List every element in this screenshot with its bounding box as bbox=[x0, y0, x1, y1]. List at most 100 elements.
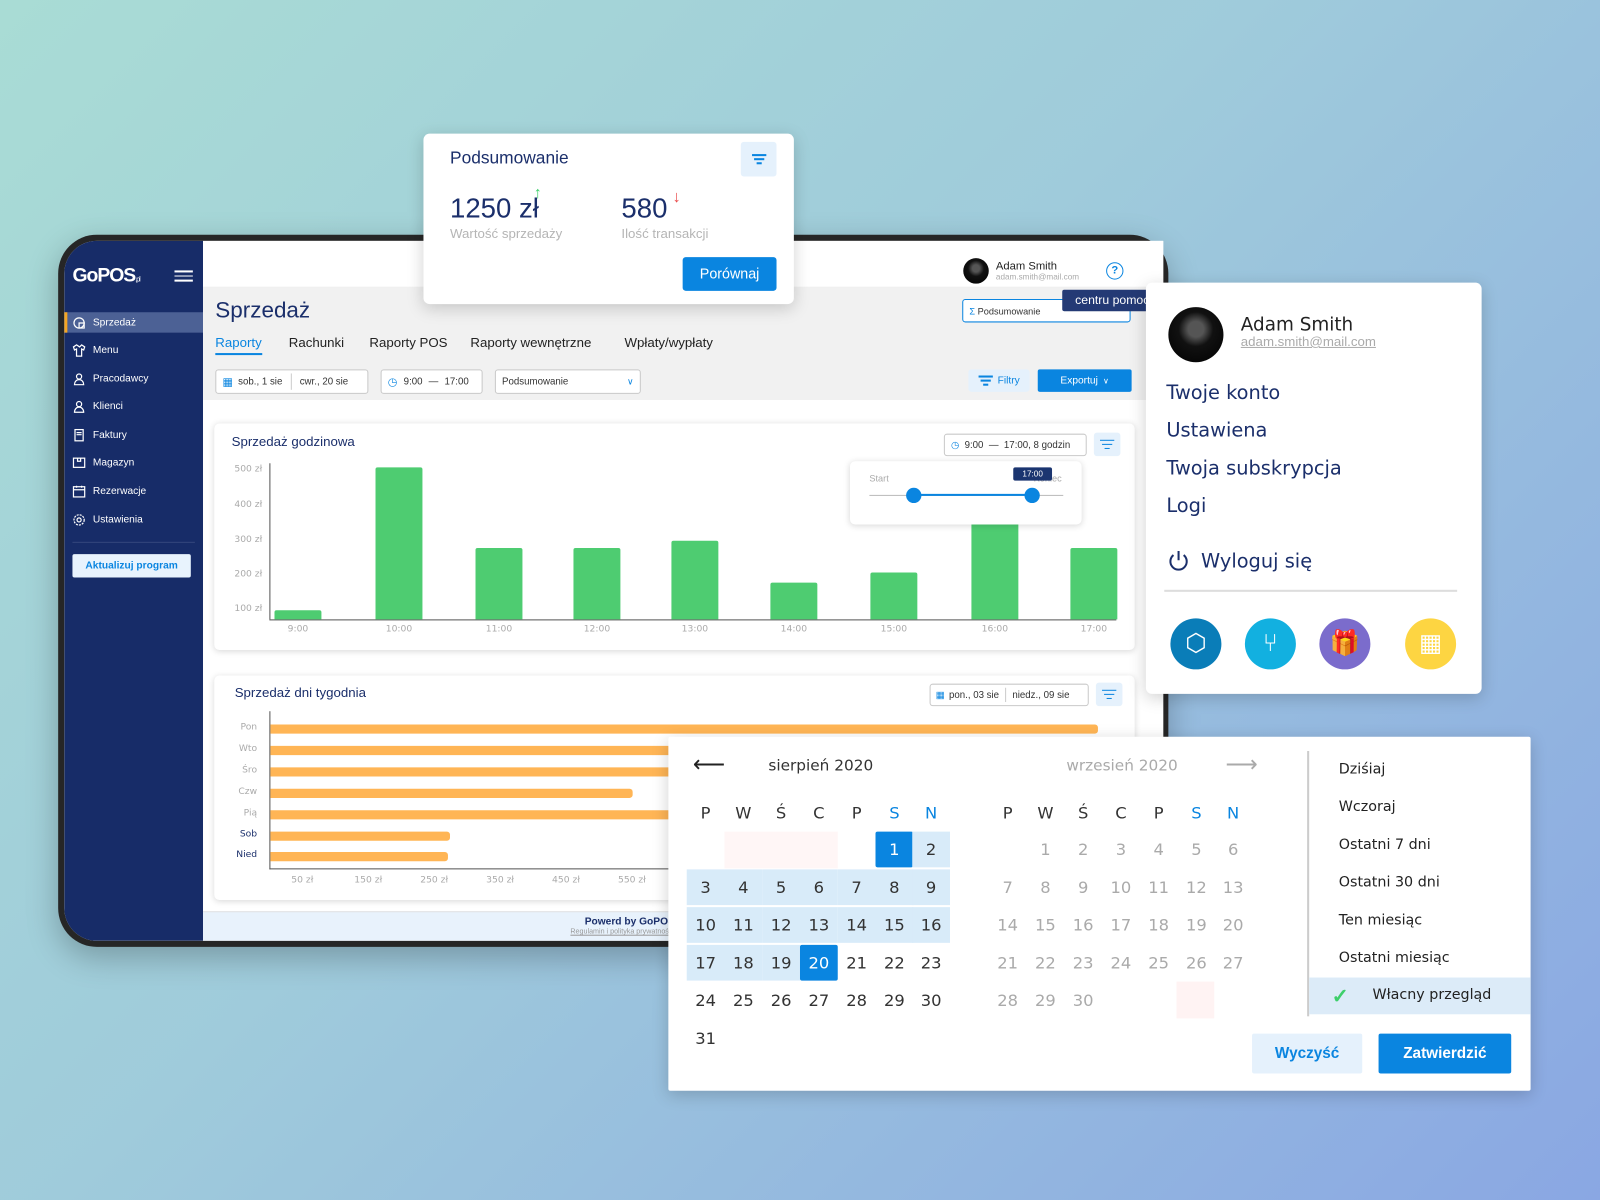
day-cell[interactable]: 15 bbox=[875, 907, 914, 943]
day-cell[interactable]: 24 bbox=[687, 983, 725, 1019]
day-cell[interactable]: 27 bbox=[1214, 945, 1252, 981]
sidebar-item-menu[interactable]: Menu bbox=[64, 340, 203, 360]
day-cell[interactable]: 18 bbox=[724, 944, 763, 981]
day-cell[interactable]: 4 bbox=[1140, 832, 1178, 868]
y-tick-label: Wto bbox=[238, 743, 258, 755]
day-cell[interactable]: 12 bbox=[762, 907, 800, 943]
day-cell[interactable]: 10 bbox=[686, 907, 725, 943]
day-cell[interactable]: 23 bbox=[912, 945, 950, 981]
day-cell[interactable]: 3 bbox=[686, 869, 725, 906]
next-month-arrow-icon[interactable]: ⟶ bbox=[1226, 751, 1258, 778]
day-cell[interactable]: 30 bbox=[912, 983, 950, 1019]
clear-button[interactable]: Wyczyść bbox=[1252, 1033, 1363, 1074]
day-cell[interactable]: 20 bbox=[1214, 907, 1252, 943]
logout-button[interactable]: Wyloguj się bbox=[1166, 549, 1312, 573]
day-cell[interactable]: 7 bbox=[989, 869, 1027, 905]
preset-item[interactable]: Ostatni 30 dni bbox=[1339, 874, 1440, 890]
sidebar-item-pracodawcy[interactable]: Pracodawcy bbox=[64, 368, 203, 388]
preset-selected-row[interactable]: ✓ Włacny przegląd bbox=[1309, 977, 1531, 1015]
day-cell[interactable]: 10 bbox=[1102, 869, 1140, 905]
sidebar-item-rezerwacje[interactable]: Rezerwacje bbox=[64, 481, 203, 501]
day-cell[interactable]: 16 bbox=[1064, 907, 1102, 943]
prev-month-arrow-icon[interactable]: ⟵ bbox=[693, 751, 725, 778]
day-cell[interactable]: 23 bbox=[1064, 945, 1102, 981]
day-cell[interactable]: 29 bbox=[1027, 983, 1065, 1019]
update-program-button[interactable]: Aktualizuj program bbox=[72, 554, 191, 578]
bar-Pon[interactable] bbox=[270, 724, 1098, 734]
preset-item[interactable]: Dziśiaj bbox=[1339, 761, 1386, 777]
day-cell[interactable]: 21 bbox=[838, 945, 876, 981]
day-cell[interactable]: 31 bbox=[687, 1020, 725, 1056]
day-cell[interactable]: 28 bbox=[989, 983, 1027, 1019]
bar-Sob[interactable] bbox=[270, 831, 450, 841]
day-cell[interactable]: 7 bbox=[837, 869, 876, 906]
preset-item[interactable]: Wczoraj bbox=[1339, 799, 1396, 815]
day-cell[interactable]: 17 bbox=[1102, 907, 1140, 943]
day-cell[interactable]: 17 bbox=[686, 944, 725, 981]
compare-button[interactable]: Porównaj bbox=[682, 257, 777, 291]
sidebar-item-faktury[interactable]: Faktury bbox=[64, 424, 203, 444]
summary-filter-button[interactable] bbox=[740, 141, 777, 177]
day-cell[interactable]: 6 bbox=[799, 869, 838, 906]
day-cell[interactable]: 19 bbox=[762, 944, 800, 981]
menu-item-subscription[interactable]: Twoja subskrypcja bbox=[1166, 457, 1341, 479]
day-cell[interactable]: 26 bbox=[1178, 945, 1216, 981]
sales-label: Wartość sprzedaży bbox=[449, 225, 563, 241]
day-cell[interactable]: 8 bbox=[875, 869, 914, 906]
day-cell[interactable]: 4 bbox=[724, 869, 763, 906]
sidebar-item-sprzedaż[interactable]: Sprzedaż bbox=[64, 312, 204, 333]
box-app-icon[interactable]: ⬡ bbox=[1170, 618, 1222, 670]
day-cell[interactable]: 15 bbox=[1027, 907, 1065, 943]
sidebar-item-magazyn[interactable]: Magazyn bbox=[64, 452, 203, 472]
bar-Czw[interactable] bbox=[270, 788, 633, 798]
day-cell[interactable]: 28 bbox=[838, 983, 876, 1019]
day-cell[interactable]: 3 bbox=[1102, 832, 1140, 868]
day-cell[interactable]: 24 bbox=[1102, 945, 1140, 981]
day-cell[interactable]: 9 bbox=[912, 869, 950, 906]
day-cell[interactable]: 2 bbox=[912, 831, 950, 868]
day-cell[interactable]: 25 bbox=[1140, 945, 1178, 981]
preset-item[interactable]: Ostatni 7 dni bbox=[1339, 837, 1431, 853]
day-cell[interactable]: 27 bbox=[800, 983, 838, 1019]
day-cell[interactable]: 29 bbox=[876, 983, 914, 1019]
day-cell[interactable]: 5 bbox=[1178, 832, 1216, 868]
sidebar-item-ustawienia[interactable]: Ustawienia bbox=[64, 509, 203, 529]
calendar-app-icon[interactable]: ▦ bbox=[1405, 618, 1457, 670]
day-cell[interactable]: 20 bbox=[799, 944, 838, 981]
preset-item[interactable]: Ostatni miesiąc bbox=[1339, 950, 1450, 966]
day-cell[interactable]: 9 bbox=[1064, 869, 1102, 905]
preset-item[interactable]: Ten miesiąc bbox=[1339, 912, 1422, 928]
day-cell[interactable]: 11 bbox=[1140, 869, 1178, 905]
day-cell[interactable]: 13 bbox=[799, 907, 838, 943]
day-cell[interactable]: 2 bbox=[1064, 832, 1102, 868]
day-cell[interactable]: 18 bbox=[1140, 907, 1178, 943]
day-cell[interactable]: 8 bbox=[1027, 869, 1065, 905]
bar-Nied[interactable] bbox=[270, 852, 448, 862]
menu-item-logs[interactable]: Logi bbox=[1166, 495, 1206, 517]
confirm-button[interactable]: Zatwierdzić bbox=[1378, 1033, 1512, 1074]
day-cell[interactable]: 22 bbox=[1027, 945, 1065, 981]
day-cell[interactable]: 13 bbox=[1214, 869, 1252, 905]
food-app-icon[interactable]: ⑂ bbox=[1244, 618, 1296, 670]
day-cell[interactable]: 14 bbox=[989, 907, 1027, 943]
day-cell[interactable]: 1 bbox=[875, 831, 914, 868]
menu-item-settings[interactable]: Ustawiena bbox=[1166, 419, 1267, 441]
day-cell[interactable]: 1 bbox=[1027, 832, 1065, 868]
day-cell[interactable]: 26 bbox=[762, 983, 800, 1019]
legal-link[interactable]: Regulamin i polityka prywatności bbox=[570, 929, 674, 936]
menu-item-account[interactable]: Twoje konto bbox=[1166, 382, 1280, 404]
day-cell[interactable]: 25 bbox=[724, 983, 762, 1019]
day-cell[interactable]: 14 bbox=[837, 907, 876, 943]
day-cell[interactable]: 16 bbox=[912, 907, 950, 943]
gift-app-icon[interactable]: 🎁 bbox=[1319, 618, 1371, 670]
day-cell[interactable]: 22 bbox=[876, 945, 914, 981]
day-cell[interactable]: 5 bbox=[762, 869, 800, 906]
day-cell[interactable]: 21 bbox=[989, 945, 1027, 981]
day-cell[interactable]: 6 bbox=[1214, 832, 1252, 868]
day-cell[interactable]: 11 bbox=[724, 907, 763, 943]
sidebar-item-klienci[interactable]: Klienci bbox=[64, 396, 203, 416]
day-cell[interactable]: 30 bbox=[1064, 983, 1102, 1019]
collapse-menu-icon[interactable] bbox=[174, 267, 193, 282]
day-cell[interactable]: 19 bbox=[1178, 907, 1216, 943]
day-cell[interactable]: 12 bbox=[1178, 869, 1216, 905]
